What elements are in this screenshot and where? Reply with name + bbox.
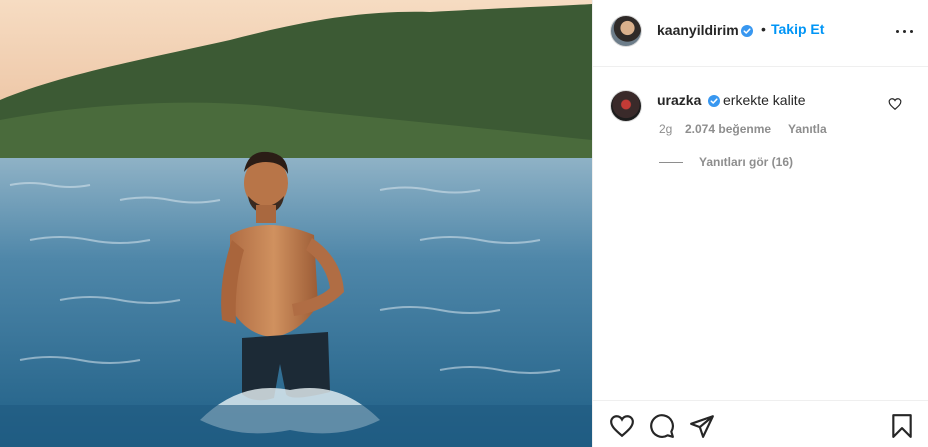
verified-badge-icon <box>741 25 753 37</box>
post-side-panel: kaanyildirim • Takip Et urazka erkekte k… <box>592 0 928 447</box>
more-options-icon[interactable] <box>893 22 917 40</box>
post-header: kaanyildirim • Takip Et <box>593 0 928 67</box>
action-bar <box>593 400 928 447</box>
replies-divider <box>659 162 683 163</box>
comment-time[interactable]: 2g <box>659 122 672 136</box>
verified-badge-icon <box>708 95 720 107</box>
paper-plane-icon[interactable] <box>689 413 715 439</box>
commenter-username[interactable]: urazka <box>657 92 701 108</box>
comment-bubble-icon[interactable] <box>649 413 675 439</box>
heart-icon[interactable] <box>609 413 635 439</box>
comment-likes[interactable]: 2.074 beğenme <box>685 122 771 136</box>
owner-avatar[interactable] <box>610 15 642 47</box>
follow-button[interactable]: Takip Et <box>771 21 824 37</box>
comment-heart-icon[interactable] <box>888 97 902 111</box>
commenter-avatar[interactable] <box>610 90 642 122</box>
bookmark-icon[interactable] <box>889 413 915 439</box>
owner-username[interactable]: kaanyildirim <box>657 22 739 38</box>
post-photo[interactable] <box>0 0 592 447</box>
view-replies-button[interactable]: Yanıtları gör (16) <box>699 155 793 169</box>
post-photo-illustration <box>0 0 592 447</box>
comment-text: erkekte kalite <box>723 92 806 108</box>
reply-button[interactable]: Yanıtla <box>788 122 827 136</box>
separator-dot: • <box>761 21 766 37</box>
